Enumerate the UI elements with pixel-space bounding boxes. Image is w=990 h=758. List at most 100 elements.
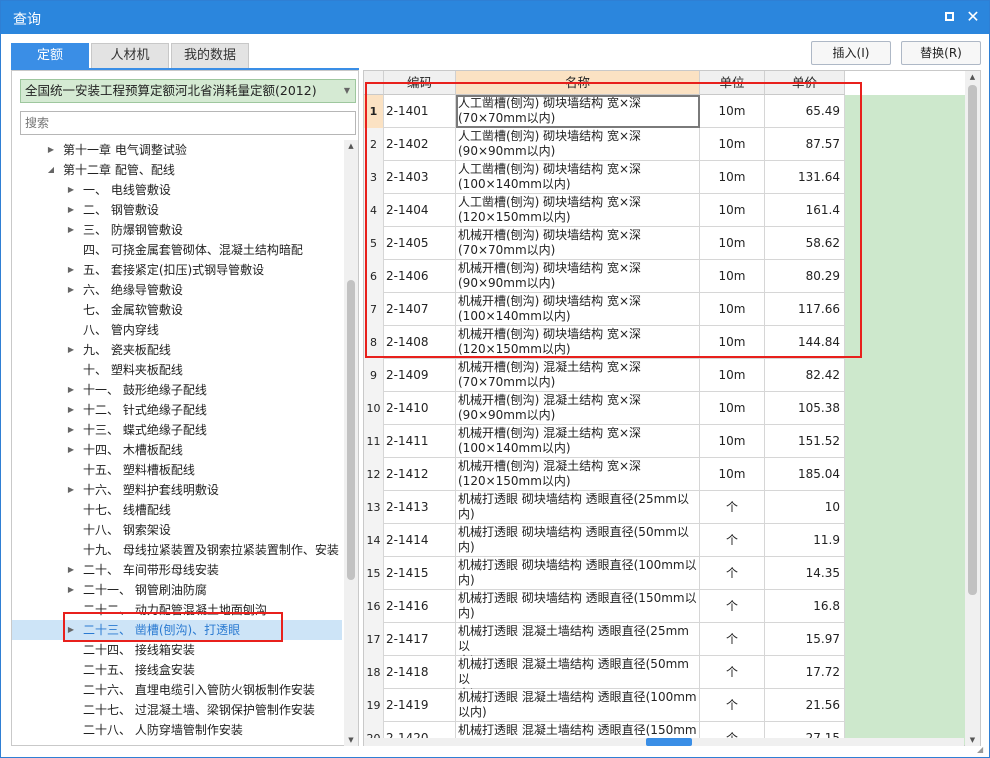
tree-item[interactable]: ◢ 第十二章 配管、配线: [12, 160, 342, 180]
cell-name[interactable]: 机械开槽(刨沟) 混凝土结构 宽×深 (70×70mm以内): [456, 359, 700, 392]
tree-item[interactable]: 二十六、 直埋电缆引入管防火钢板制作安装: [12, 680, 342, 700]
cell-code[interactable]: 2-1412: [384, 458, 456, 491]
tree-item[interactable]: 二十八、 人防穿墙管制作安装: [12, 720, 342, 740]
replace-button[interactable]: 替换(R): [901, 41, 981, 65]
row-number[interactable]: 10: [364, 392, 384, 425]
cell-price[interactable]: 65.49: [765, 95, 845, 128]
tree-item[interactable]: 十七、 线槽配线: [12, 500, 342, 520]
row-number[interactable]: 15: [364, 557, 384, 590]
column-header-name[interactable]: 名称: [456, 71, 700, 95]
cell-unit[interactable]: 个: [700, 557, 765, 590]
cell-name[interactable]: 机械打透眼 砌块墙结构 透眼直径(50mm以 内): [456, 524, 700, 557]
cell-code[interactable]: 2-1408: [384, 326, 456, 359]
cell-price[interactable]: 105.38: [765, 392, 845, 425]
row-number[interactable]: 1: [364, 95, 384, 128]
cell-code[interactable]: 2-1409: [384, 359, 456, 392]
cell-name[interactable]: 机械打透眼 混凝土墙结构 透眼直径(50mm以 内): [456, 656, 700, 689]
cell-name[interactable]: 机械打透眼 砌块墙结构 透眼直径(25mm以 内): [456, 491, 700, 524]
column-header-code[interactable]: 编码: [384, 71, 456, 95]
table-row[interactable]: 16 2-1416 机械打透眼 砌块墙结构 透眼直径(150mm以 内) 个 16.8: [364, 590, 845, 623]
cell-code[interactable]: 2-1417: [384, 623, 456, 656]
expand-arrow-icon[interactable]: ▶: [66, 560, 76, 580]
table-row[interactable]: 5 2-1405 机械开槽(刨沟) 砌块墙结构 宽×深 (70×70mm以内) 10m…: [364, 227, 845, 260]
grid-horizontal-scrollbar[interactable]: [364, 738, 964, 746]
grid-scrollbar[interactable]: ▲ ▼: [965, 71, 980, 746]
search-input[interactable]: [20, 111, 356, 135]
table-row[interactable]: 182-1418机械打透眼 混凝土墙结构 透眼直径(50mm以 内)个17.72: [364, 656, 845, 689]
expand-arrow-icon[interactable]: ▶: [46, 140, 56, 160]
cell-name[interactable]: 机械开槽(刨沟) 砌块墙结构 宽×深 (100×140mm以内): [456, 293, 700, 326]
maximize-icon[interactable]: [939, 7, 959, 27]
expand-arrow-icon[interactable]: ▶: [66, 200, 76, 220]
cell-name[interactable]: 机械开槽(刨沟) 混凝土结构 宽×深 (90×90mm以内): [456, 392, 700, 425]
collapse-arrow-icon[interactable]: ◢: [46, 160, 56, 180]
tree-item[interactable]: ▶ 九、 瓷夹板配线: [12, 340, 342, 360]
scroll-thumb[interactable]: [347, 280, 355, 580]
row-number[interactable]: 9: [364, 359, 384, 392]
cell-price[interactable]: 80.29: [765, 260, 845, 293]
cell-name[interactable]: 机械开槽(刨沟) 砌块墙结构 宽×深 (120×150mm以内): [456, 326, 700, 359]
cell-price[interactable]: 15.97: [765, 623, 845, 656]
cell-unit[interactable]: 10m: [700, 227, 765, 260]
splitter-grip[interactable]: [646, 738, 692, 746]
column-header-unit[interactable]: 单位: [700, 71, 765, 95]
cell-unit[interactable]: 10m: [700, 359, 765, 392]
expand-arrow-icon[interactable]: ▶: [66, 580, 76, 600]
cell-price[interactable]: 131.64: [765, 161, 845, 194]
cell-name[interactable]: 人工凿槽(刨沟) 砌块墙结构 宽×深 (90×90mm以内): [456, 128, 700, 161]
cell-code[interactable]: 2-1416: [384, 590, 456, 623]
expand-arrow-icon[interactable]: ▶: [66, 380, 76, 400]
cell-unit[interactable]: 10m: [700, 161, 765, 194]
cell-price[interactable]: 10: [765, 491, 845, 524]
cell-code[interactable]: 2-1419: [384, 689, 456, 722]
table-row[interactable]: 172-1417机械打透眼 混凝土墙结构 透眼直径(25mm以 内)个15.97: [364, 623, 845, 656]
tree-item[interactable]: 二十四、 接线箱安装: [12, 640, 342, 660]
cell-price[interactable]: 161.4: [765, 194, 845, 227]
cell-unit[interactable]: 个: [700, 524, 765, 557]
cell-price[interactable]: 87.57: [765, 128, 845, 161]
cell-code[interactable]: 2-1414: [384, 524, 456, 557]
expand-arrow-icon[interactable]: ▶: [66, 480, 76, 500]
cell-unit[interactable]: 个: [700, 623, 765, 656]
row-number[interactable]: 13: [364, 491, 384, 524]
expand-arrow-icon[interactable]: ▶: [66, 340, 76, 360]
tree-item[interactable]: ▶ 十一、 鼓形绝缘子配线: [12, 380, 342, 400]
tab-quota[interactable]: 定额: [11, 43, 89, 69]
table-row[interactable]: 7 2-1407 机械开槽(刨沟) 砌块墙结构 宽×深 (100×140mm以内) 1…: [364, 293, 845, 326]
tree-item[interactable]: ▶ 三、 防爆钢管敷设: [12, 220, 342, 240]
tree-item[interactable]: ▶ 六、 绝缘导管敷设: [12, 280, 342, 300]
cell-unit[interactable]: 10m: [700, 128, 765, 161]
resize-grip-icon[interactable]: ◢: [977, 745, 987, 755]
tree-item[interactable]: 二十二、 动力配管混凝土地面刨沟: [12, 600, 342, 620]
cell-unit[interactable]: 10m: [700, 95, 765, 128]
tree-item[interactable]: 八、 管内穿线: [12, 320, 342, 340]
cell-name[interactable]: 机械打透眼 砌块墙结构 透眼直径(100mm以 内): [456, 557, 700, 590]
table-row[interactable]: 2 2-1402 人工凿槽(刨沟) 砌块墙结构 宽×深 (90×90mm以内) 10m…: [364, 128, 845, 161]
tree-item[interactable]: ▶ 二十、 车间带形母线安装: [12, 560, 342, 580]
cell-price[interactable]: 17.72: [765, 656, 845, 689]
tree-item[interactable]: ▶ 二十一、 钢管刷油防腐: [12, 580, 342, 600]
cell-name[interactable]: 机械打透眼 混凝土墙结构 透眼直径(25mm以 内): [456, 623, 700, 656]
cell-name[interactable]: 人工凿槽(刨沟) 砌块墙结构 宽×深 (100×140mm以内): [456, 161, 700, 194]
cell-name[interactable]: 机械开槽(刨沟) 砌块墙结构 宽×深 (90×90mm以内): [456, 260, 700, 293]
tree-item[interactable]: ▶ 二、 钢管敷设: [12, 200, 342, 220]
tree-item[interactable]: 二十七、 过混凝土墙、梁钢保护管制作安装: [12, 700, 342, 720]
cell-code[interactable]: 2-1404: [384, 194, 456, 227]
scroll-up-icon[interactable]: ▲: [965, 71, 980, 83]
cell-code[interactable]: 2-1405: [384, 227, 456, 260]
cell-name[interactable]: 机械开槽(刨沟) 砌块墙结构 宽×深 (70×70mm以内): [456, 227, 700, 260]
row-number[interactable]: 6: [364, 260, 384, 293]
tree-item[interactable]: ▶ 五、 套接紧定(扣压)式钢导管敷设: [12, 260, 342, 280]
expand-arrow-icon[interactable]: ▶: [66, 280, 76, 300]
cell-code[interactable]: 2-1410: [384, 392, 456, 425]
cell-price[interactable]: 21.56: [765, 689, 845, 722]
table-row[interactable]: 13 2-1413 机械打透眼 砌块墙结构 透眼直径(25mm以 内) 个 10: [364, 491, 845, 524]
tab-labor-material-machine[interactable]: 人材机: [91, 43, 169, 69]
cell-price[interactable]: 11.9: [765, 524, 845, 557]
table-row[interactable]: 15 2-1415 机械打透眼 砌块墙结构 透眼直径(100mm以 内) 个 14.35: [364, 557, 845, 590]
cell-code[interactable]: 2-1413: [384, 491, 456, 524]
cell-unit[interactable]: 10m: [700, 458, 765, 491]
cell-unit[interactable]: 个: [700, 656, 765, 689]
tree-item[interactable]: ▶ 十三、 蝶式绝缘子配线: [12, 420, 342, 440]
row-number[interactable]: 18: [364, 656, 384, 689]
